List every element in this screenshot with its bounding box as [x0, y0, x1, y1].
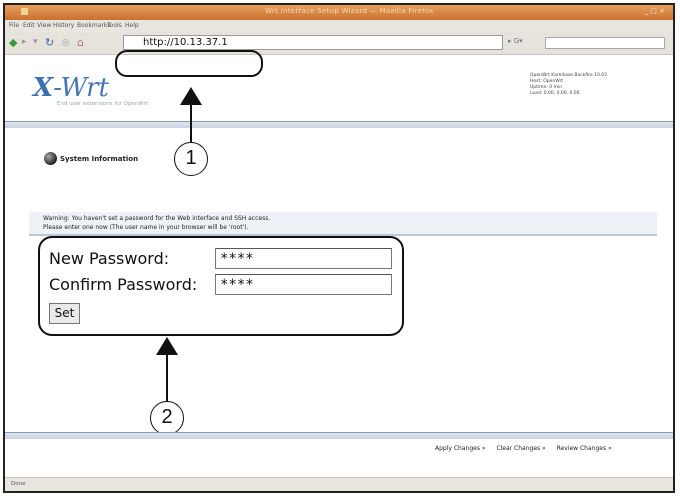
apply-changes-link[interactable]: Apply Changes »	[435, 445, 486, 452]
go-icon[interactable]: ▸ G▾	[508, 37, 523, 45]
home-icon[interactable]: ⌂	[77, 36, 84, 49]
logo-tagline: End user extensions for OpenWrt	[57, 101, 148, 107]
forward-icon[interactable]: ▸	[22, 36, 27, 49]
back-icon[interactable]: ◆	[9, 36, 17, 49]
host-info: OpenWrt Kamikaze Backfire 10.03 Host: Op…	[530, 73, 607, 97]
warning-line-2: Please enter one now (The user name in y…	[43, 224, 249, 231]
xwrt-logo: X-Wrt	[33, 73, 109, 103]
reload-icon[interactable]: ↻	[45, 36, 54, 49]
new-password-field[interactable]: ****	[215, 248, 392, 269]
window-title: Wrt Interface Setup Wizard — Mozilla Fir…	[265, 7, 434, 15]
callout-2-arrow-line	[166, 353, 168, 403]
warning-line-1: Warning: You haven't set a password for …	[43, 215, 271, 222]
menu-history[interactable]: History	[53, 22, 74, 29]
stop-icon[interactable]: ⊗	[61, 36, 70, 49]
status-bar: Done	[5, 477, 673, 491]
window-controls[interactable]: _ □ ×	[645, 7, 665, 15]
confirm-password-field[interactable]: ****	[215, 274, 392, 295]
url-text[interactable]: http://10.13.37.1	[143, 37, 228, 48]
callout-1-number: 1	[174, 142, 208, 176]
host-info-line: Load: 0.00, 0.00, 0.00	[530, 91, 580, 96]
url-callout	[115, 50, 263, 77]
header-divider	[5, 121, 673, 128]
url-bar[interactable]: http://10.13.37.1	[123, 35, 503, 50]
menu-help[interactable]: Help	[125, 22, 139, 29]
menu-tools[interactable]: Tools	[107, 22, 122, 29]
section-title: System Information	[60, 155, 139, 163]
set-button[interactable]: Set	[49, 303, 80, 324]
confirm-password-label: Confirm Password:	[49, 275, 198, 294]
dropdown-icon[interactable]: ▾	[33, 36, 38, 49]
window-icon	[21, 8, 28, 15]
search-input[interactable]	[545, 37, 665, 49]
window-titlebar: Wrt Interface Setup Wizard — Mozilla Fir…	[5, 5, 673, 20]
callout-1-arrow-line	[190, 103, 192, 142]
clear-changes-link[interactable]: Clear Changes »	[496, 445, 545, 452]
menu-bookmarks[interactable]: Bookmarks	[77, 22, 111, 29]
system-info-icon	[44, 152, 57, 165]
callout-2-number: 2	[150, 401, 184, 435]
menu-bar: File Edit View History Bookmarks Tools H…	[5, 20, 673, 32]
footer-links: Apply Changes » Clear Changes » Review C…	[435, 445, 621, 452]
menu-edit[interactable]: Edit	[23, 22, 35, 29]
menu-file[interactable]: File	[9, 22, 19, 29]
new-password-label: New Password:	[49, 249, 170, 268]
menu-view[interactable]: View	[37, 22, 51, 29]
footer-divider	[5, 432, 673, 439]
figure-frame: Wrt Interface Setup Wizard — Mozilla Fir…	[3, 3, 675, 493]
navigation-toolbar: ◆ ▸ ▾ ↻ ⊗ ⌂ http://10.13.37.1 ▸ G▾	[5, 32, 673, 55]
status-text: Done	[11, 481, 26, 487]
review-changes-link[interactable]: Review Changes »	[557, 445, 612, 452]
